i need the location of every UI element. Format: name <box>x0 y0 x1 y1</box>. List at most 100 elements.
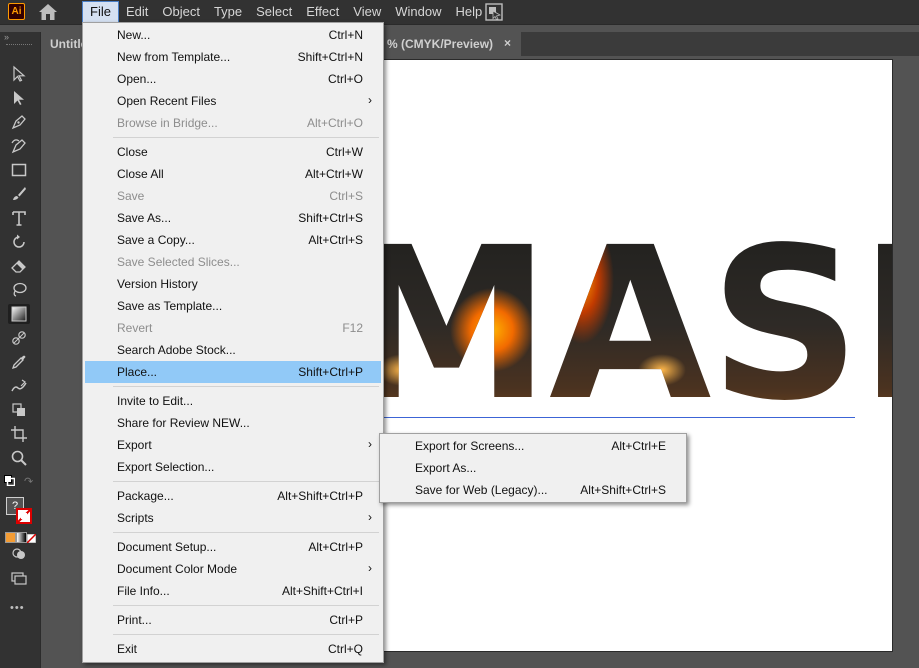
menu-item-exit[interactable]: Exit Ctrl+Q <box>85 638 381 660</box>
menu-item-save-as[interactable]: Save As... Shift+Ctrl+S <box>85 207 381 229</box>
arrange-documents-icon[interactable] <box>485 3 503 21</box>
menu-edit[interactable]: Edit <box>119 0 155 24</box>
eyedropper-tool-icon[interactable] <box>8 352 30 372</box>
none-mode-icon[interactable] <box>26 532 37 544</box>
screen-mode-icon[interactable] <box>8 568 30 588</box>
menu-item-share-for-review[interactable]: Share for Review NEW... <box>85 412 381 434</box>
menu-item-new-from-template[interactable]: New from Template... Shift+Ctrl+N <box>85 46 381 68</box>
menu-object[interactable]: Object <box>155 0 207 24</box>
color-mode-icon[interactable] <box>5 532 16 543</box>
selection-tool-icon[interactable] <box>8 64 30 84</box>
blend-tool-icon[interactable] <box>8 328 30 348</box>
home-icon[interactable] <box>38 3 58 21</box>
menu-item-search-adobe-stock[interactable]: Search Adobe Stock... <box>85 339 381 361</box>
menu-item-revert[interactable]: Revert F12 <box>85 317 381 339</box>
artboard-tool-icon[interactable] <box>8 424 30 444</box>
edit-toolbar-icon[interactable]: ••• <box>10 602 25 614</box>
gradient-tool-icon[interactable] <box>8 304 30 324</box>
menu-item-print[interactable]: Print... Ctrl+P <box>85 609 381 631</box>
menu-item-label: Open Recent Files <box>117 94 217 108</box>
masked-text-artwork[interactable]: MASK <box>382 220 892 430</box>
menu-item-close-all[interactable]: Close All Alt+Ctrl+W <box>85 163 381 185</box>
panel-grip[interactable] <box>6 44 32 47</box>
menu-item-save-a-copy[interactable]: Save a Copy... Alt+Ctrl+S <box>85 229 381 251</box>
menu-item-label: Package... <box>117 489 174 503</box>
menu-item-label: Export for Screens... <box>415 439 525 453</box>
type-tool-icon[interactable] <box>8 208 30 228</box>
menu-item-save[interactable]: Save Ctrl+S <box>85 185 381 207</box>
menu-effect[interactable]: Effect <box>299 0 346 24</box>
close-tab-icon[interactable]: × <box>504 36 511 50</box>
artboard[interactable]: MASK <box>381 59 893 652</box>
menu-item-label: Search Adobe Stock... <box>117 343 236 357</box>
menu-item-shortcut: Shift+Ctrl+P <box>298 365 363 379</box>
menu-item-shortcut: Alt+Ctrl+W <box>304 167 363 181</box>
menu-item-save-as-template[interactable]: Save as Template... <box>85 295 381 317</box>
menu-item-shortcut: Ctrl+W <box>326 145 363 159</box>
menu-item-save-for-web[interactable]: Save for Web (Legacy)... Alt+Shift+Ctrl+S <box>382 479 686 501</box>
menu-item-export[interactable]: Export › <box>85 434 381 456</box>
menu-item-browse-in-bridge[interactable]: Browse in Bridge... Alt+Ctrl+O <box>85 112 381 134</box>
panel-collapse-icon[interactable]: » <box>4 32 9 42</box>
menu-item-invite-to-edit[interactable]: Invite to Edit... <box>85 390 381 412</box>
menu-window[interactable]: Window <box>388 0 448 24</box>
menu-item-shortcut: Alt+Shift+Ctrl+P <box>277 489 363 503</box>
menu-select[interactable]: Select <box>249 0 299 24</box>
menu-item-label: Export As... <box>415 461 477 475</box>
menu-item-label: Version History <box>117 277 198 291</box>
menu-item-export-as[interactable]: Export As... <box>382 457 686 479</box>
menu-item-package[interactable]: Package... Alt+Shift+Ctrl+P <box>85 485 381 507</box>
rectangle-tool-icon[interactable] <box>8 160 30 180</box>
menu-view[interactable]: View <box>346 0 388 24</box>
menu-item-label: Document Setup... <box>117 540 217 554</box>
shape-builder-tool-icon[interactable] <box>8 376 30 396</box>
menu-item-save-selected-slices[interactable]: Save Selected Slices... <box>85 251 381 273</box>
zoom-tool-icon[interactable] <box>8 448 30 468</box>
menu-separator <box>113 605 379 606</box>
menu-item-label: Close All <box>117 167 164 181</box>
curvature-tool-icon[interactable] <box>8 136 30 156</box>
menu-item-document-color-mode[interactable]: Document Color Mode › <box>85 558 381 580</box>
menu-item-open[interactable]: Open... Ctrl+O <box>85 68 381 90</box>
menu-item-label: Close <box>117 145 148 159</box>
menu-item-label: Share for Review NEW... <box>117 416 250 430</box>
menu-item-label: File Info... <box>117 584 170 598</box>
menu-item-version-history[interactable]: Version History <box>85 273 381 295</box>
menu-separator <box>113 137 379 138</box>
menu-item-export-for-screens[interactable]: Export for Screens... Alt+Ctrl+E <box>382 435 686 457</box>
menu-item-shortcut: F12 <box>342 321 363 335</box>
menu-item-shortcut: Shift+Ctrl+S <box>298 211 363 225</box>
menu-separator <box>113 634 379 635</box>
drawing-mode-icon[interactable] <box>8 544 30 564</box>
paintbrush-tool-icon[interactable] <box>8 184 30 204</box>
eraser-tool-icon[interactable] <box>8 256 30 276</box>
gradient-mode-icon[interactable] <box>16 532 27 543</box>
menu-item-open-recent[interactable]: Open Recent Files › <box>85 90 381 112</box>
menu-item-export-selection[interactable]: Export Selection... <box>85 456 381 478</box>
lasso-tool-icon[interactable] <box>8 280 30 300</box>
direct-selection-tool-icon[interactable] <box>8 88 30 108</box>
menu-item-close[interactable]: Close Ctrl+W <box>85 141 381 163</box>
menu-item-label: Exit <box>117 642 138 656</box>
menu-item-file-info[interactable]: File Info... Alt+Shift+Ctrl+I <box>85 580 381 602</box>
swap-fill-stroke-icon[interactable]: ↷ <box>24 475 36 488</box>
symbol-sprayer-tool-icon[interactable] <box>8 400 30 420</box>
export-submenu: Export for Screens... Alt+Ctrl+E Export A… <box>379 433 687 503</box>
menu-type[interactable]: Type <box>207 0 249 24</box>
stroke-swatch[interactable] <box>16 508 32 524</box>
menu-file[interactable]: File <box>82 1 119 23</box>
menu-item-scripts[interactable]: Scripts › <box>85 507 381 529</box>
menu-item-document-setup[interactable]: Document Setup... Alt+Ctrl+P <box>85 536 381 558</box>
menu-item-shortcut: Ctrl+N <box>328 28 363 42</box>
menu-item-label: Save as Template... <box>117 299 223 313</box>
pen-tool-icon[interactable] <box>8 112 30 132</box>
submenu-arrow-icon: › <box>368 437 372 451</box>
menu-item-place[interactable]: Place... Shift+Ctrl+P <box>85 361 381 383</box>
menu-item-new[interactable]: New... Ctrl+N <box>85 24 381 46</box>
rotate-tool-icon[interactable] <box>8 232 30 252</box>
menu-item-label: Revert <box>117 321 153 335</box>
menu-item-label: Export <box>117 438 152 452</box>
file-menu-dropdown: New... Ctrl+N New from Template... Shift+C… <box>82 22 384 663</box>
default-fill-stroke-icon[interactable] <box>4 475 16 487</box>
menu-help[interactable]: Help <box>448 0 489 24</box>
